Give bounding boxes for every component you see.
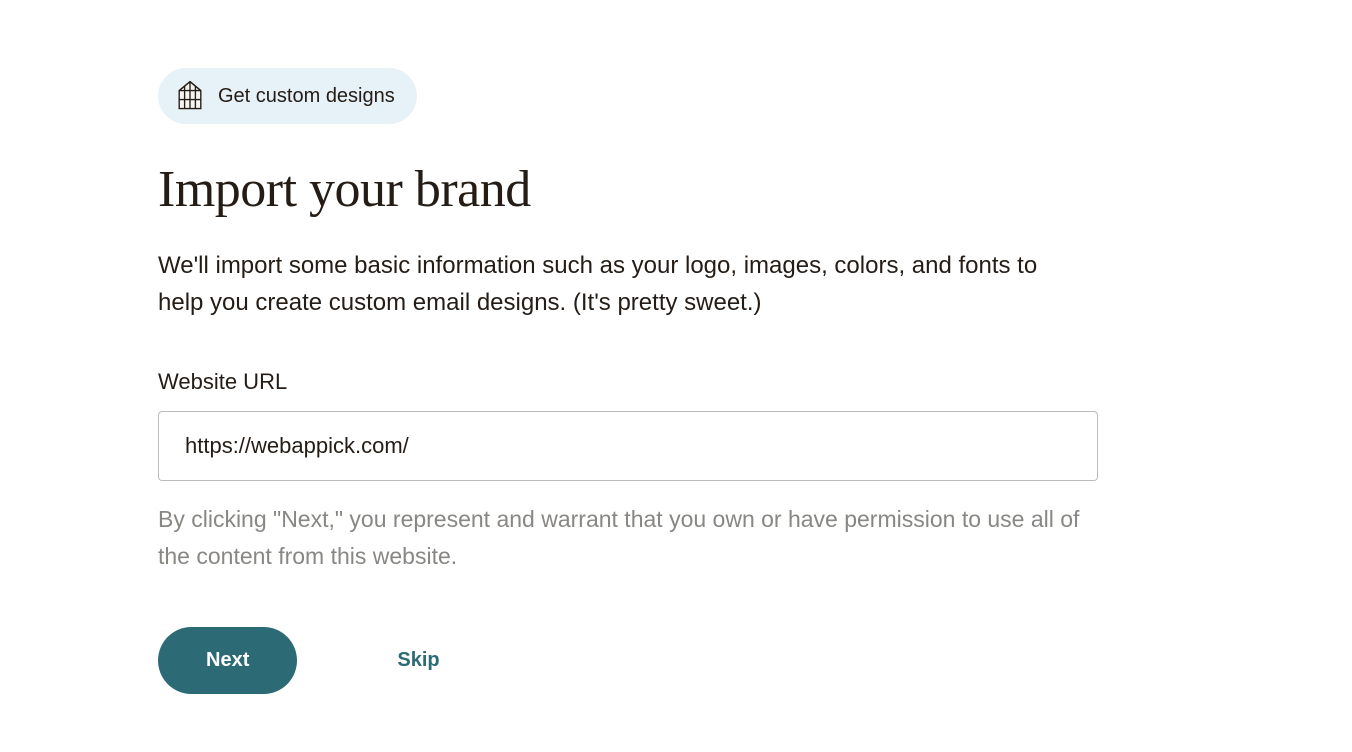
import-brand-form: Get custom designs Import your brand We'… xyxy=(158,68,1108,694)
disclaimer-text: By clicking "Next," you represent and wa… xyxy=(158,501,1098,575)
url-label: Website URL xyxy=(158,369,1108,395)
skip-button[interactable]: Skip xyxy=(397,649,439,672)
page-heading: Import your brand xyxy=(158,160,1108,219)
website-url-input[interactable] xyxy=(158,411,1098,481)
greenhouse-icon xyxy=(172,78,208,114)
button-row: Next Skip xyxy=(158,627,1108,694)
badge-label: Get custom designs xyxy=(218,85,395,108)
custom-designs-badge: Get custom designs xyxy=(158,68,417,124)
next-button[interactable]: Next xyxy=(158,627,297,694)
page-description: We'll import some basic information such… xyxy=(158,247,1078,321)
